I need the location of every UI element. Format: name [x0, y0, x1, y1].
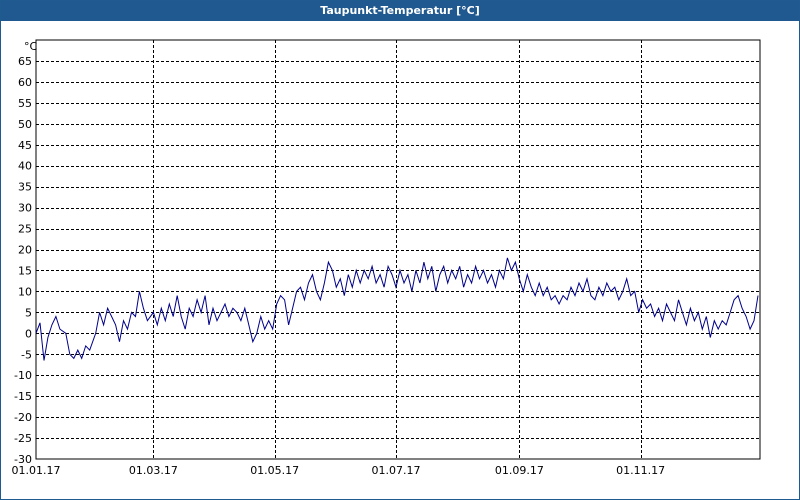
y-tick-label: -5	[21, 348, 32, 361]
y-tick-label: 45	[18, 139, 32, 152]
y-tick-label: 20	[18, 244, 32, 257]
dew-point-chart: 65605550454035302520151050-5-10-15-20-25…	[12, 39, 761, 477]
y-tick-label: 5	[25, 306, 32, 319]
y-tick-label: 15	[18, 264, 32, 277]
y-tick-label: -10	[14, 369, 32, 382]
y-tick-label: 50	[18, 118, 32, 131]
y-tick-label: 35	[18, 181, 32, 194]
x-tick-label: 01.07.17	[372, 464, 421, 477]
chart-grid	[36, 40, 760, 459]
y-tick-label: -25	[14, 432, 32, 445]
y-tick-label: 60	[18, 76, 32, 89]
x-tick-label: 01.03.17	[129, 464, 178, 477]
y-tick-label: -20	[14, 411, 32, 424]
y-tick-label: -15	[14, 390, 32, 403]
y-tick-label: 65	[18, 55, 32, 68]
y-axis-ticks: 65605550454035302520151050-5-10-15-20-25…	[14, 55, 32, 466]
x-tick-label: 01.09.17	[495, 464, 544, 477]
y-tick-label: 40	[18, 160, 32, 173]
y-tick-label: 55	[18, 97, 32, 110]
x-tick-label: 01.01.17	[12, 464, 61, 477]
x-tick-label: 01.05.17	[250, 464, 299, 477]
x-axis-ticks: 01.01.17 01.03.17 01.05.17 01.07.17 01.09.17…	[12, 464, 666, 477]
y-tick-label: 0	[25, 327, 32, 340]
y-tick-label: 30	[18, 202, 32, 215]
x-tick-label: 01.11.17	[616, 464, 665, 477]
y-tick-label: 10	[18, 285, 32, 298]
y-axis-unit: °C	[24, 40, 38, 53]
y-tick-label: 25	[18, 223, 32, 236]
